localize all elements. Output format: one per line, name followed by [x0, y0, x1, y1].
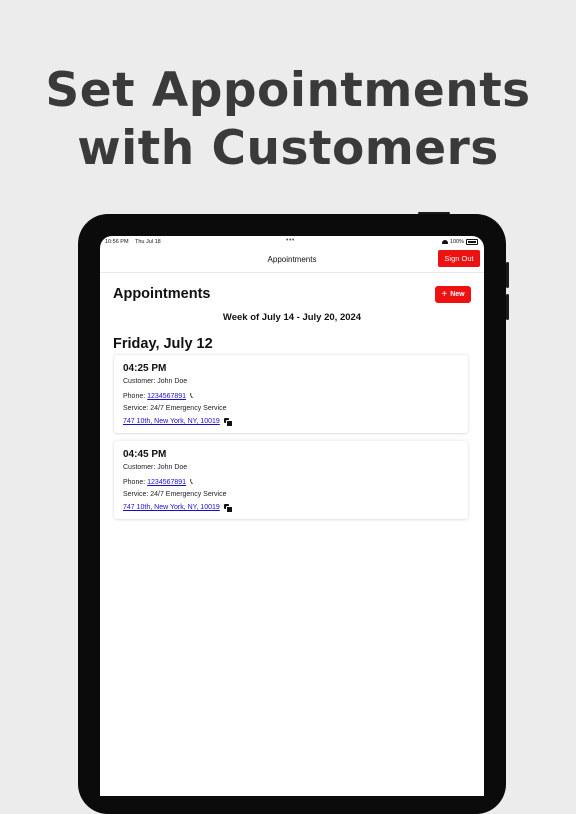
appointment-card[interactable]: 04:25 PM Customer: John Doe Phone: 12345… [114, 355, 468, 433]
status-bar: 10:56 PM Thu Jul 18 ••• 100% [100, 236, 484, 250]
battery-icon [466, 239, 478, 245]
service-label: Service: 24/7 Emergency Service [123, 405, 227, 412]
headline-line-2: with Customers [77, 121, 499, 176]
battery-percent: 100% [449, 239, 464, 245]
appointment-time: 04:45 PM [123, 449, 167, 460]
volume-button-2 [506, 294, 509, 320]
sign-out-button[interactable]: Sign Out [438, 250, 480, 267]
phone-icon[interactable]: 📞︎ [190, 477, 193, 487]
page-title: Appointments [113, 286, 211, 302]
week-label: Week of July 14 - July 20, 2024 [222, 312, 362, 323]
navigation-bar: Appointments Sign Out [100, 250, 484, 273]
phone-link[interactable]: 1234567891 [147, 393, 186, 400]
volume-button [506, 262, 509, 288]
status-time: 10:56 PM [105, 239, 129, 245]
appointment-card[interactable]: 04:45 PM Customer: John Doe Phone: 12345… [114, 441, 468, 519]
status-date: Thu Jul 18 [135, 239, 161, 245]
nav-title: Appointments [267, 255, 317, 264]
plus-icon: + [441, 288, 448, 300]
new-button-label: New [450, 291, 465, 298]
copy-icon[interactable] [223, 504, 233, 513]
status-indicators: 100% [441, 239, 478, 245]
headline-line-1: Set Appointments [45, 63, 531, 118]
customer-label: Customer: John Doe [123, 464, 188, 471]
address-row: 747 10th, New York, NY, 10019 [123, 504, 233, 513]
customer-label: Customer: John Doe [123, 378, 188, 385]
promo-headline: Set Appointments with Customers [0, 62, 576, 178]
appointment-time: 04:25 PM [123, 363, 167, 374]
new-appointment-button[interactable]: + New [435, 286, 471, 303]
tablet-frame: 10:56 PM Thu Jul 18 ••• 100% Appointment… [78, 212, 509, 814]
phone-row: Phone: 1234567891 📞︎ [123, 391, 193, 401]
wifi-icon [441, 240, 448, 244]
phone-prefix: Phone: [123, 479, 148, 486]
power-button [418, 212, 450, 214]
service-label: Service: 24/7 Emergency Service [123, 491, 227, 498]
address-link[interactable]: 747 10th, New York, NY, 10019 [123, 418, 220, 425]
phone-prefix: Phone: [123, 393, 148, 400]
multitasking-dots[interactable]: ••• [286, 237, 295, 244]
phone-link[interactable]: 1234567891 [147, 479, 186, 486]
app-screen: 10:56 PM Thu Jul 18 ••• 100% Appointment… [100, 236, 484, 796]
address-row: 747 10th, New York, NY, 10019 [123, 418, 233, 427]
day-heading: Friday, July 12 [113, 336, 213, 352]
copy-icon[interactable] [223, 418, 233, 427]
address-link[interactable]: 747 10th, New York, NY, 10019 [123, 504, 220, 511]
phone-icon[interactable]: 📞︎ [190, 391, 193, 401]
phone-row: Phone: 1234567891 📞︎ [123, 477, 193, 487]
